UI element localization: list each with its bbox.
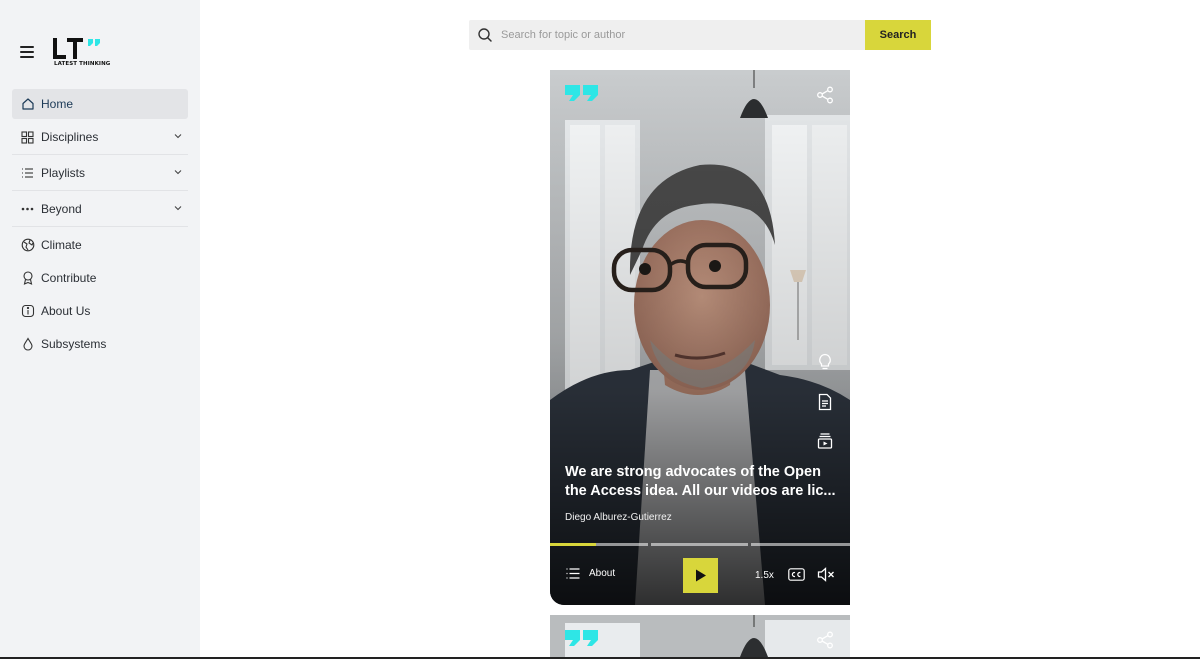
sidebar-item-about-us[interactable]: About Us: [12, 296, 188, 326]
chevron-down-icon[interactable]: [174, 132, 182, 140]
list-icon: [566, 568, 580, 579]
sidebar: LATEST THINKING Home Disciplines Playlis…: [0, 0, 200, 659]
grid-icon: [20, 130, 35, 145]
chevron-down-icon[interactable]: [174, 204, 182, 212]
sidebar-item-subsystems[interactable]: Subsystems: [12, 329, 188, 359]
quote-logo-icon: [565, 630, 598, 646]
sidebar-item-climate[interactable]: Climate: [12, 230, 188, 260]
sidebar-item-beyond[interactable]: Beyond: [12, 194, 188, 224]
search-icon: [478, 28, 492, 42]
search-input[interactable]: [501, 29, 851, 41]
playback-speed[interactable]: 1.5x: [755, 570, 774, 581]
search-bar: [469, 20, 866, 50]
video-card[interactable]: We are strong advocates of the Open the …: [550, 70, 850, 605]
sidebar-item-label: About Us: [41, 304, 91, 318]
sidebar-item-label: Beyond: [41, 202, 82, 216]
share-icon[interactable]: [816, 86, 834, 104]
hamburger-icon[interactable]: [20, 46, 34, 58]
home-icon: [20, 97, 35, 112]
sidebar-item-playlists[interactable]: Playlists: [12, 158, 188, 188]
sidebar-item-label: Playlists: [41, 166, 86, 180]
globe-icon: [20, 238, 35, 253]
playlist-video-icon[interactable]: [817, 432, 833, 450]
sidebar-item-disciplines[interactable]: Disciplines: [12, 122, 188, 152]
sidebar-item-label: Contribute: [41, 271, 97, 285]
list-icon: [20, 166, 35, 181]
sidebar-item-label: Subsystems: [41, 337, 107, 351]
lightbulb-icon[interactable]: [817, 353, 833, 371]
about-button[interactable]: About: [566, 568, 615, 579]
info-icon: [20, 304, 35, 319]
video-frame[interactable]: [550, 70, 850, 605]
sidebar-item-label: Home: [41, 97, 74, 111]
logo-tagline: LATEST THINKING: [54, 61, 111, 67]
sidebar-nav: Home Disciplines Playlists Beyond Climat…: [12, 89, 188, 359]
award-icon: [20, 271, 35, 286]
video-author[interactable]: Diego Alburez-Gutierrez: [565, 512, 672, 523]
play-button[interactable]: [683, 558, 718, 593]
divider: [12, 226, 188, 227]
video-card-next[interactable]: [550, 615, 850, 659]
document-icon[interactable]: [817, 393, 833, 411]
closed-captions-icon[interactable]: [788, 568, 805, 581]
share-icon[interactable]: [816, 631, 834, 649]
drop-icon: [20, 337, 35, 352]
sidebar-item-contribute[interactable]: Contribute: [12, 263, 188, 293]
chevron-down-icon[interactable]: [174, 168, 182, 176]
video-title-line-1: We are strong advocates of the Open: [565, 464, 821, 480]
quote-logo-icon: [565, 85, 598, 101]
sidebar-item-label: Climate: [41, 238, 82, 252]
divider: [12, 190, 188, 191]
video-title-line-2: the Access idea. All our videos are lic.…: [565, 483, 836, 499]
sidebar-item-label: Disciplines: [41, 130, 99, 144]
about-label: About: [589, 568, 616, 579]
sidebar-item-home[interactable]: Home: [12, 89, 188, 119]
divider: [12, 154, 188, 155]
play-icon: [695, 569, 706, 582]
mute-icon[interactable]: [817, 567, 835, 582]
video-title[interactable]: We are strong advocates of the Open the …: [565, 463, 840, 501]
dots-icon: [20, 202, 35, 217]
player-controls: About 1.5x: [550, 546, 850, 605]
search-button[interactable]: Search: [865, 20, 931, 50]
